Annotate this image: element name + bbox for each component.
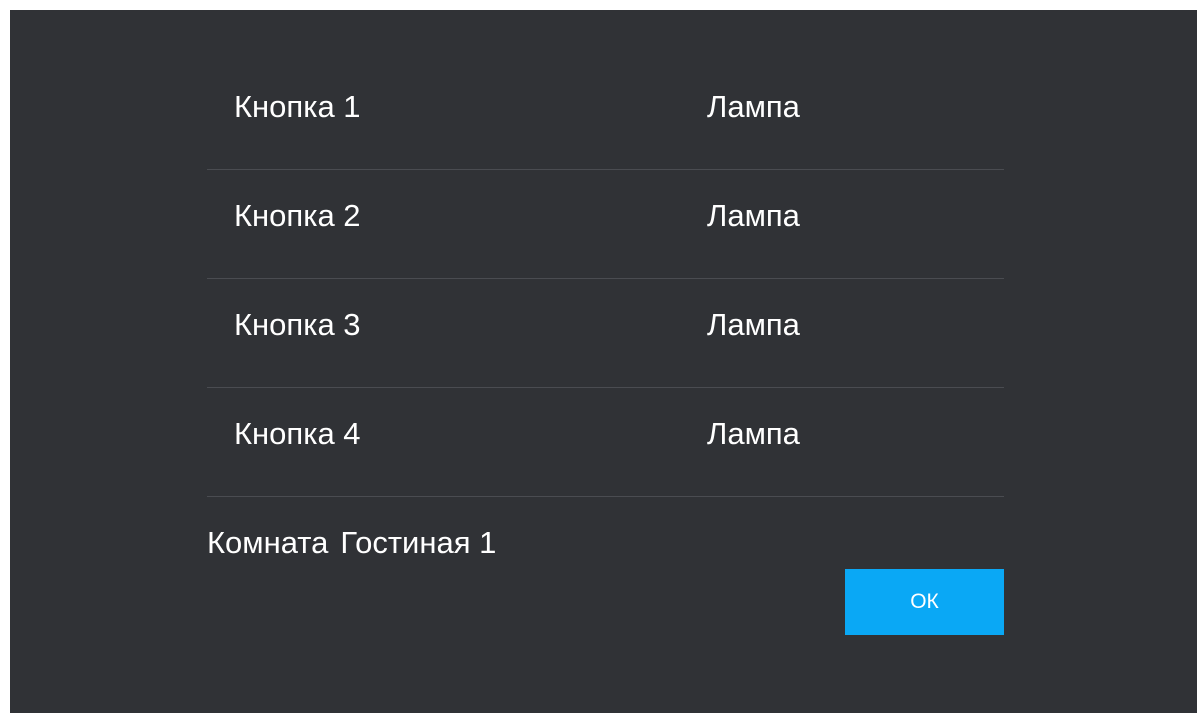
room-value: Гостиная 1 [340, 525, 497, 560]
list-item-button-3[interactable]: Кнопка 3 Лампа [207, 279, 1004, 388]
button-name: Кнопка 1 [234, 89, 361, 124]
room-selector[interactable]: Комната Гостиная 1 [207, 525, 496, 561]
device-value: Лампа [707, 416, 800, 451]
ok-button[interactable]: ОК [845, 569, 1004, 635]
list-item-button-4[interactable]: Кнопка 4 Лампа [207, 388, 1004, 497]
room-label: Комната [207, 525, 329, 560]
button-name: Кнопка 3 [234, 307, 361, 342]
button-name: Кнопка 4 [234, 416, 361, 451]
button-assignment-list: Кнопка 1 Лампа Кнопка 2 Лампа Кнопка 3 Л… [207, 61, 1004, 497]
dialog-panel: Кнопка 1 Лампа Кнопка 2 Лампа Кнопка 3 Л… [10, 10, 1197, 713]
device-value: Лампа [707, 89, 800, 124]
device-value: Лампа [707, 307, 800, 342]
button-name: Кнопка 2 [234, 198, 361, 233]
list-item-button-1[interactable]: Кнопка 1 Лампа [207, 61, 1004, 170]
device-value: Лампа [707, 198, 800, 233]
list-item-button-2[interactable]: Кнопка 2 Лампа [207, 170, 1004, 279]
